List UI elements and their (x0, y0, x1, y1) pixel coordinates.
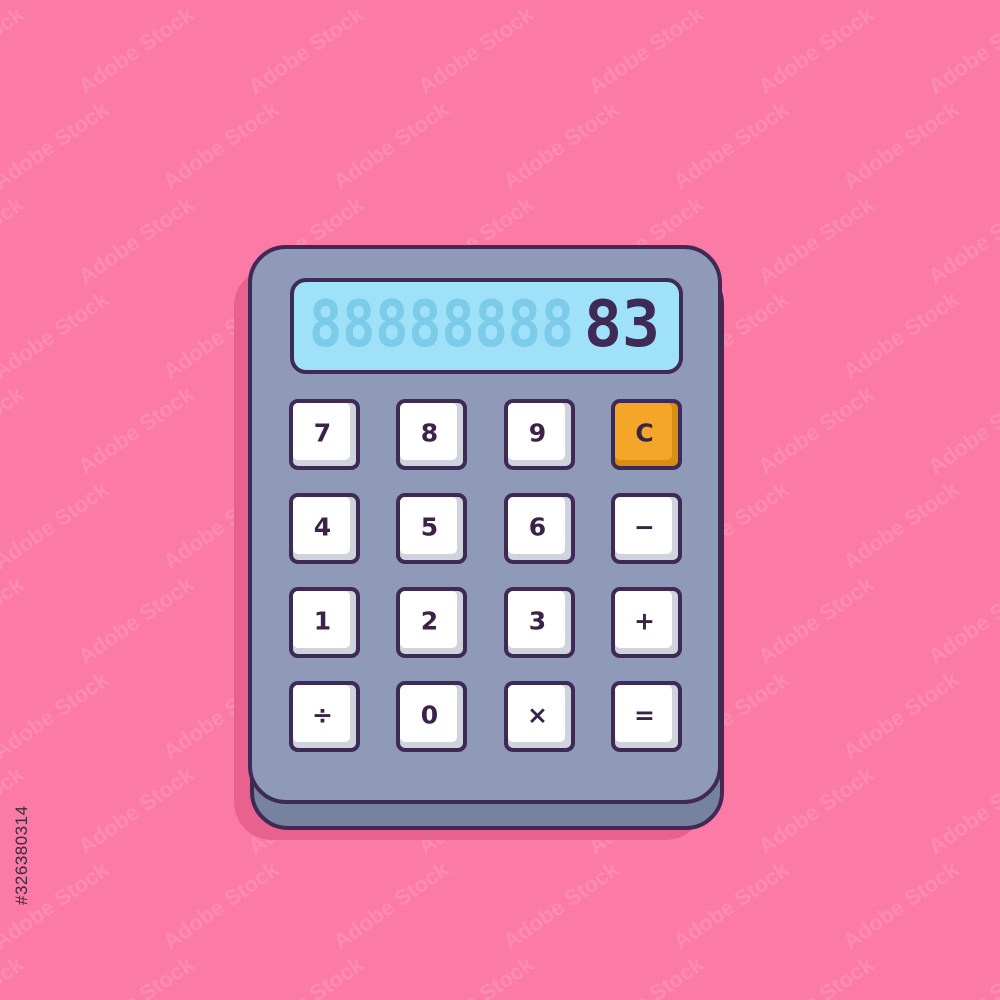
key-7-button[interactable]: 7 (289, 399, 360, 470)
key-clear-button[interactable]: C (611, 399, 682, 470)
equals-icon: = (634, 701, 655, 730)
key-label: 2 (421, 607, 438, 636)
key-9-button[interactable]: 9 (504, 399, 575, 470)
key-minus-button[interactable]: − (611, 493, 682, 564)
key-divide-button[interactable]: ÷ (289, 681, 360, 752)
key-5-button[interactable]: 5 (396, 493, 467, 564)
key-plus-button[interactable]: + (611, 587, 682, 658)
calculator: 88888888 83 7 8 9 C 4 5 6 − 1 2 3 + ÷ 0 × = (234, 245, 724, 840)
key-label: 1 (314, 607, 331, 636)
key-8-button[interactable]: 8 (396, 399, 467, 470)
key-label: 5 (421, 513, 438, 542)
display-value: 83 (584, 288, 660, 362)
key-multiply-button[interactable]: × (504, 681, 575, 752)
multiply-icon: × (527, 701, 548, 730)
key-label: 6 (529, 513, 546, 542)
stock-id: #326380314 (12, 805, 31, 905)
key-label: 4 (314, 513, 331, 542)
key-label: C (635, 419, 653, 448)
key-label: 8 (421, 419, 438, 448)
display-ghost-digits: 88888888 (309, 288, 574, 362)
key-label: 0 (421, 701, 438, 730)
key-label: 7 (314, 419, 331, 448)
plus-icon: + (634, 607, 655, 636)
key-label: 3 (529, 607, 546, 636)
key-1-button[interactable]: 1 (289, 587, 360, 658)
key-0-button[interactable]: 0 (396, 681, 467, 752)
key-6-button[interactable]: 6 (504, 493, 575, 564)
key-3-button[interactable]: 3 (504, 587, 575, 658)
key-2-button[interactable]: 2 (396, 587, 467, 658)
key-4-button[interactable]: 4 (289, 493, 360, 564)
key-label: 9 (529, 419, 546, 448)
divide-icon: ÷ (312, 701, 333, 730)
minus-icon: − (634, 513, 655, 542)
key-equals-button[interactable]: = (611, 681, 682, 752)
